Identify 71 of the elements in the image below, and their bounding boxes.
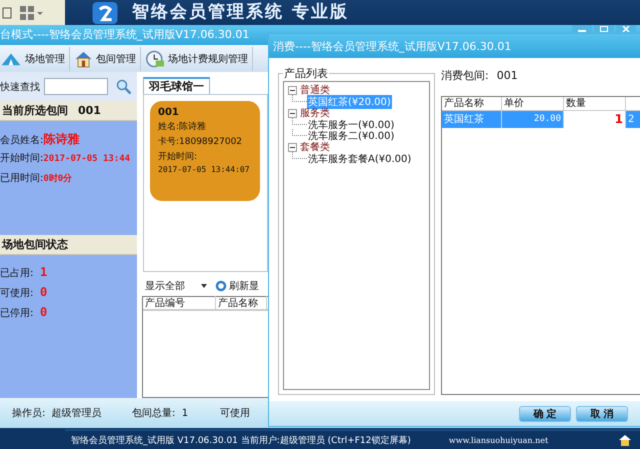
quick-search-label: 快速查找 [0, 80, 40, 94]
grid-cell: 英国红茶 [442, 111, 502, 128]
toolbar-button[interactable]: 场地管理 [0, 46, 70, 70]
field-value: 0时0分 [43, 172, 72, 185]
close-button[interactable] [616, 25, 636, 33]
house-icon [74, 50, 93, 68]
window-title: 台模式----智络会员管理系统_试用版V17.06.30.01 [0, 27, 250, 42]
refresh-icon [215, 280, 227, 292]
status-label: 已停用: [0, 307, 34, 320]
dialog-button[interactable]: 取 消 [576, 406, 628, 422]
grid-icon[interactable] [20, 6, 44, 20]
room-card[interactable]: 001 姓名:陈诗雅 卡号:18098927002 开始时间: 2017-07-05 13:44:07 [150, 101, 260, 201]
card-text: 姓名:陈诗雅 [158, 120, 208, 133]
status-label: 可使用: [0, 287, 34, 300]
room-number: 001 [78, 104, 101, 117]
section-title: 当前所选包间 [2, 103, 68, 118]
column-header[interactable]: 产品名称 [216, 296, 267, 310]
window-icon[interactable] [2, 6, 12, 18]
grid-cell: 1 [564, 111, 626, 128]
collapse-icon[interactable] [288, 108, 297, 118]
tree-item[interactable]: 洗车服务一(¥0.00) [307, 118, 396, 132]
section-title: 场地包间状态 [2, 237, 68, 252]
column-header[interactable]: 产品编号 [143, 296, 216, 310]
status-count: 1 [40, 265, 48, 279]
banner-title: 智络会员管理系统 专业版 [132, 2, 349, 22]
search-field[interactable] [44, 78, 108, 95]
status-count: 0 [40, 305, 48, 319]
collapse-icon[interactable] [288, 142, 297, 152]
dialog-button[interactable]: 确 定 [519, 406, 571, 422]
website-text: www.liansuohuiyuan.net [448, 436, 548, 444]
toolbar-button[interactable]: 包间管理 [74, 46, 141, 70]
maximize-button[interactable] [594, 25, 614, 33]
refresh-button[interactable]: 刷新显 [215, 279, 259, 293]
status-text: 智络会员管理系统_试用版 V17.06.30.01 当前用户:超级管理员 (Ctrl+F12锁定屏幕) [70, 434, 411, 446]
column-header[interactable]: 产品名称 [442, 97, 502, 110]
group-title: 产品列表 [283, 66, 329, 81]
tree-item[interactable]: 洗车服务二(¥0.00) [307, 128, 396, 142]
tree-item[interactable]: 服务类 [299, 106, 331, 120]
room-number: 001 [496, 68, 518, 82]
card-text: 开始时间: [158, 150, 198, 163]
status-text: 操作员: 超级管理员 [12, 406, 103, 420]
card-text: 卡号:18098927002 [158, 136, 244, 148]
tree-item[interactable]: 套餐类 [299, 140, 331, 154]
home-icon[interactable] [618, 434, 632, 446]
caret-icon [201, 284, 207, 288]
search-icon[interactable] [116, 78, 132, 94]
toolbar-button[interactable]: 场地计费规则管理 [145, 46, 253, 70]
collapse-icon[interactable] [288, 86, 297, 94]
card-text: 2017-07-05 13:44:07 [158, 165, 251, 174]
status-text: 可使用 [220, 407, 250, 420]
status-label: 已占用: [0, 266, 34, 280]
field-label: 开始时间: [0, 152, 44, 165]
column-header[interactable]: 单价 [502, 97, 564, 110]
field-value: 2017-07-05 13:44 [43, 154, 130, 164]
tree-item[interactable]: 普通类 [299, 83, 331, 97]
status-count: 0 [40, 285, 48, 299]
field-label: 已用时间: [0, 172, 44, 185]
column-header[interactable]: 数量 [564, 97, 626, 110]
clock-icon [145, 50, 165, 68]
room-label: 消费包间: [441, 68, 489, 82]
field-value: 陈诗雅 [43, 131, 80, 148]
status-text: 包间总量: 1 [132, 406, 190, 420]
tree-item[interactable]: 洗车服务套餐A(¥0.00) [307, 152, 412, 166]
minimize-button[interactable] [572, 25, 592, 33]
field-label: 会员姓名: [0, 134, 44, 147]
card-number: 001 [158, 107, 180, 118]
filter-dropdown[interactable]: 显示全部 [143, 277, 209, 295]
grid-row[interactable]: 英国红茶 20.00 1 2 [442, 111, 640, 128]
dialog-title: 消费----智络会员管理系统_试用版V17.06.30.01 [273, 38, 512, 54]
grid-cell: 2 [626, 111, 640, 128]
tab[interactable]: 羽毛球馆一 [143, 77, 210, 94]
